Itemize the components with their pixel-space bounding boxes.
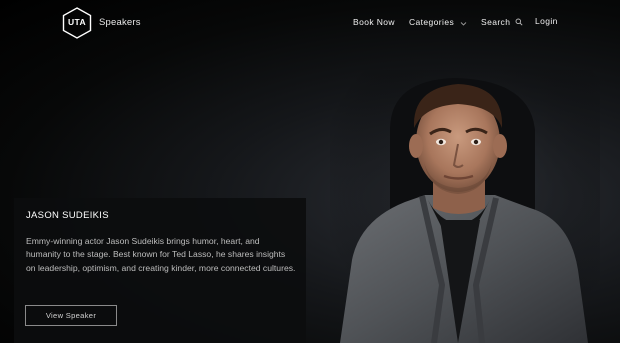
nav-search-label: Search <box>481 17 511 27</box>
logo-text: UTA <box>67 17 87 27</box>
nav-book-now[interactable]: Book Now <box>353 17 395 27</box>
speaker-name: JASON SUDEIKIS <box>26 210 109 221</box>
site-header: UTA Speakers Book Now Categories Search … <box>0 0 620 48</box>
speaker-card: JASON SUDEIKIS Emmy-winning actor Jason … <box>14 198 306 343</box>
brand-name[interactable]: Speakers <box>99 17 141 28</box>
nav-login-label: Login <box>535 16 558 26</box>
nav-categories-label: Categories <box>409 17 455 27</box>
uta-logo[interactable]: UTA <box>61 7 93 39</box>
nav-login[interactable]: Login <box>535 16 558 26</box>
chevron-down-icon <box>460 22 467 26</box>
nav-categories[interactable]: Categories <box>409 17 467 27</box>
speaker-portrait <box>330 70 600 343</box>
speaker-description: Emmy-winning actor Jason Sudeikis brings… <box>26 236 296 273</box>
nav-search[interactable]: Search <box>481 17 523 27</box>
nav-book-now-label: Book Now <box>353 17 395 27</box>
view-speaker-button[interactable]: View Speaker <box>25 305 117 326</box>
search-icon <box>515 18 523 26</box>
hero-section: UTA Speakers Book Now Categories Search … <box>0 0 620 343</box>
